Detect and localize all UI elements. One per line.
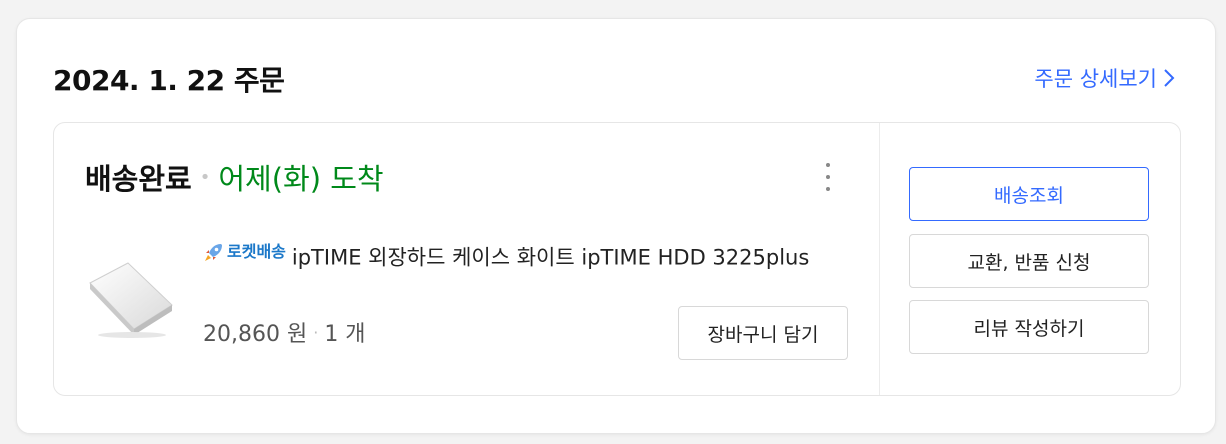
- rocket-delivery-badge: 로켓배송: [203, 233, 286, 270]
- price-line: 20,860 원 · 1 개: [203, 316, 366, 348]
- exchange-return-button[interactable]: 교환, 반품 신청: [909, 234, 1149, 288]
- more-vertical-icon[interactable]: [818, 163, 838, 191]
- product-image[interactable]: [84, 255, 176, 339]
- rocket-icon: [205, 243, 222, 261]
- status-separator: •: [199, 166, 211, 188]
- order-card: 2024. 1. 22 주문 주문 상세보기 배송완료 • 어제(화) 도착 로…: [16, 18, 1216, 434]
- product-title[interactable]: 로켓배송 ipTIME 외장하드 케이스 화이트 ipTIME HDD 3225p…: [203, 233, 813, 277]
- price-separator: ·: [313, 322, 319, 342]
- arrival-info: 어제(화) 도착: [218, 162, 384, 196]
- write-review-button[interactable]: 리뷰 작성하기: [909, 300, 1149, 354]
- order-detail-link[interactable]: 주문 상세보기: [1034, 63, 1175, 93]
- product-name: ipTIME 외장하드 케이스 화이트 ipTIME HDD 3225plus: [291, 245, 810, 270]
- product-price: 20,860 원: [203, 322, 308, 347]
- delivery-status: 배송완료: [85, 162, 192, 196]
- add-to-cart-button[interactable]: 장바구니 담기: [678, 306, 848, 360]
- order-detail-label: 주문 상세보기: [1034, 67, 1157, 91]
- shipment-status-line: 배송완료 • 어제(화) 도착: [85, 156, 384, 198]
- product-quantity: 1 개: [324, 322, 366, 347]
- track-delivery-button[interactable]: 배송조회: [909, 167, 1149, 221]
- chevron-right-icon: [1164, 69, 1175, 87]
- order-date-title: 2024. 1. 22 주문: [53, 64, 285, 97]
- shipment-box: 배송완료 • 어제(화) 도착 로켓배송 ipTIME 외장하드 케이스 화이트…: [53, 122, 1181, 396]
- rocket-badge-label: 로켓배송: [227, 242, 286, 261]
- vertical-divider: [879, 123, 880, 395]
